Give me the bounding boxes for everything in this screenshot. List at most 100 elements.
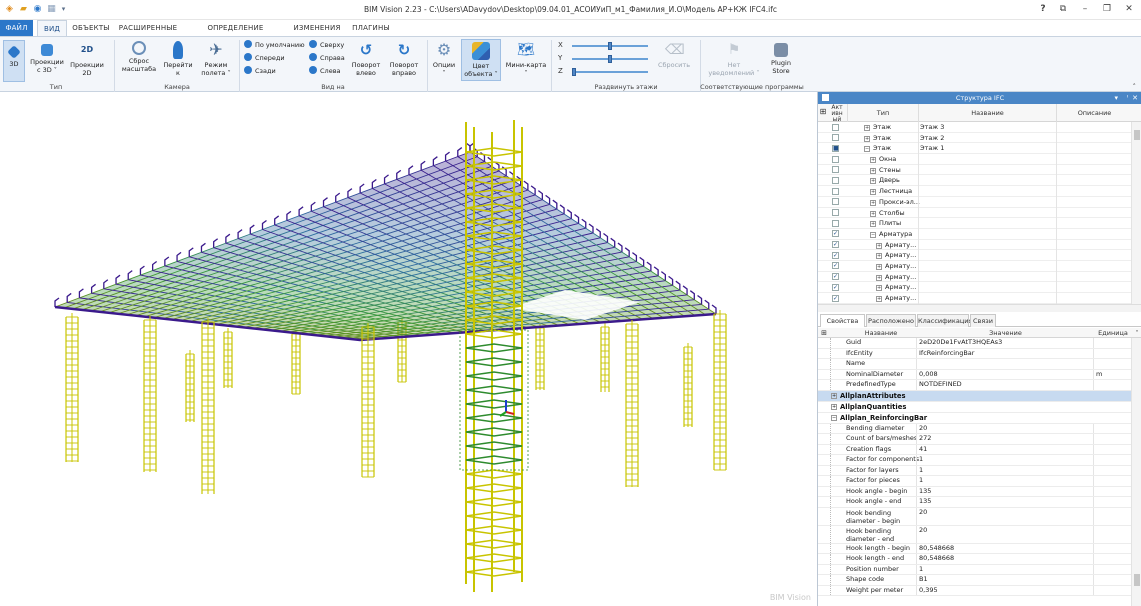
tree-row[interactable]: + Столбы: [818, 207, 1132, 219]
property-row[interactable]: Factor for components 1: [818, 455, 1132, 466]
property-row[interactable]: Hook angle - begin 135: [818, 486, 1132, 497]
property-value[interactable]: 80,548668: [919, 544, 954, 553]
prop-col-value[interactable]: Значение: [918, 329, 1093, 337]
property-row[interactable]: Count of bars/meshes 272: [818, 434, 1132, 445]
property-group[interactable]: + AllplanQuantities: [818, 402, 1132, 413]
tree-row-checkbox[interactable]: [832, 198, 839, 206]
expand-toggle-icon[interactable]: +: [870, 167, 876, 174]
tree-row[interactable]: ✓ + Армату...: [818, 239, 1132, 251]
tree-row[interactable]: + Лестница: [818, 186, 1132, 198]
y-slider-thumb[interactable]: [608, 55, 612, 63]
tree-row[interactable]: + Плиты: [818, 218, 1132, 230]
col-description[interactable]: Описание: [1057, 109, 1132, 117]
tree-row[interactable]: ✓ + Армату...: [818, 250, 1132, 262]
expand-toggle-icon[interactable]: +: [870, 221, 876, 228]
tab-plugins[interactable]: ПЛАГИНЫ: [350, 20, 392, 36]
property-value[interactable]: 41: [919, 445, 927, 454]
panel-menu-icon[interactable]: ▾: [1114, 92, 1118, 104]
tree-row[interactable]: + Этаж Этаж 3: [818, 122, 1132, 133]
property-row[interactable]: Hook length - end 80,548668: [818, 554, 1132, 565]
rotate-left-button[interactable]: ↺ Поворот влево: [349, 41, 383, 77]
property-value[interactable]: 20: [919, 508, 927, 517]
goto-button[interactable]: Перейти к: [162, 41, 194, 77]
z-slider-thumb[interactable]: [572, 68, 576, 76]
tab-view[interactable]: ВИД: [37, 20, 67, 36]
tree-row-checkbox[interactable]: [832, 166, 839, 174]
projections-3d-button[interactable]: Проекции с 3D ˅: [28, 41, 66, 74]
props-menu-icon[interactable]: ⊞: [818, 329, 830, 337]
tree-row-checkbox[interactable]: ✓: [832, 251, 839, 259]
z-slider[interactable]: [572, 68, 648, 76]
property-row[interactable]: Guid 2eD20De1FvAtT3HQEAs3: [818, 338, 1132, 349]
property-value[interactable]: 1: [919, 476, 923, 485]
property-group[interactable]: − Allplan_ReinforcingBar: [818, 413, 1132, 424]
tree-row-checkbox[interactable]: [832, 155, 839, 163]
property-group[interactable]: + AllplanAttributes: [818, 390, 1132, 402]
tree-row-checkbox[interactable]: ✓: [832, 230, 839, 238]
tab-classification[interactable]: Классификация: [917, 314, 972, 327]
expand-toggle-icon[interactable]: +: [876, 285, 882, 292]
property-row[interactable]: NominalDiameter 0,008 m: [818, 369, 1132, 380]
rotate-right-button[interactable]: ↻ Поворот вправо: [387, 41, 421, 77]
properties-list[interactable]: Guid 2eD20De1FvAtT3HQEAs3 IfcEntity IfcRein…: [818, 338, 1132, 606]
reset-zoom-button[interactable]: Сброс масштаба: [119, 41, 159, 73]
property-row[interactable]: Hook bending diameter - end 20: [818, 525, 1132, 544]
view-front-button[interactable]: Спереди: [244, 53, 285, 64]
property-value[interactable]: IfcReinforcingBar: [919, 349, 974, 358]
object-color-button[interactable]: Цвет объекта ˅: [461, 39, 501, 81]
property-value[interactable]: 135: [919, 487, 931, 496]
property-row[interactable]: Weight per meter 0,395: [818, 585, 1132, 596]
x-slider[interactable]: [572, 42, 648, 50]
expand-toggle-icon[interactable]: +: [876, 242, 882, 249]
props-scrollbar[interactable]: [1131, 338, 1141, 606]
tab-properties[interactable]: Свойства: [820, 314, 865, 327]
property-value[interactable]: B1: [919, 575, 928, 584]
tree-row[interactable]: ✓ + Армату...: [818, 293, 1132, 304]
property-value[interactable]: 2eD20De1FvAtT3HQEAs3: [919, 338, 1002, 347]
tree-row[interactable]: ✓ + Армату...: [818, 271, 1132, 283]
restore-ribbon-button[interactable]: ⧉: [1056, 3, 1070, 16]
property-row[interactable]: Factor for layers 1: [818, 465, 1132, 476]
property-row[interactable]: Position number 1: [818, 564, 1132, 575]
maximize-button[interactable]: ❐: [1100, 3, 1114, 16]
rebar-model-scene[interactable]: [0, 92, 817, 606]
tree-row[interactable]: + Этаж Этаж 2: [818, 132, 1132, 144]
tree-row-checkbox[interactable]: [832, 209, 839, 216]
tree-scrollbar[interactable]: [1131, 122, 1141, 304]
expand-toggle-icon[interactable]: +: [864, 125, 870, 131]
tree-menu-icon[interactable]: ⊞: [818, 108, 828, 116]
tab-location[interactable]: Расположено: [866, 314, 916, 327]
property-value[interactable]: 1: [919, 565, 923, 574]
tree-scroll-thumb[interactable]: [1134, 130, 1140, 140]
reset-explode-button[interactable]: ⌫ Сбросить: [656, 41, 692, 69]
property-value[interactable]: 20: [919, 424, 927, 433]
expand-toggle-icon[interactable]: +: [864, 135, 870, 142]
tree-row[interactable]: + Прокси-эл...: [818, 196, 1132, 208]
minimize-button[interactable]: –: [1078, 3, 1092, 16]
property-value[interactable]: 272: [919, 434, 931, 443]
expand-toggle-icon[interactable]: +: [870, 210, 876, 217]
close-button[interactable]: ✕: [1122, 3, 1136, 16]
tree-row[interactable]: ✓ + Армату...: [818, 282, 1132, 294]
tree-row-checkbox[interactable]: ✓: [832, 241, 839, 249]
collapse-ribbon-icon[interactable]: ˄: [1133, 83, 1137, 91]
tree-row[interactable]: ✓ + Армату...: [818, 260, 1132, 272]
prop-col-unit[interactable]: Единица: [1094, 329, 1132, 337]
col-active[interactable]: Акт ивн ый: [828, 105, 846, 123]
property-row[interactable]: Name: [818, 359, 1132, 370]
expand-toggle-icon[interactable]: +: [870, 199, 876, 206]
expand-toggle-icon[interactable]: +: [876, 296, 882, 302]
tree-row[interactable]: + Стены: [818, 164, 1132, 176]
group-toggle-icon[interactable]: −: [831, 415, 837, 421]
property-row[interactable]: PredefinedType NOTDEFINED: [818, 380, 1132, 391]
expand-toggle-icon[interactable]: +: [870, 157, 876, 164]
prop-col-name[interactable]: Название: [846, 329, 916, 337]
tree-row-checkbox[interactable]: [832, 123, 839, 131]
plugin-store-button[interactable]: Plugin Store: [765, 41, 797, 75]
tree-row-checkbox[interactable]: [832, 134, 839, 142]
tree-row-checkbox[interactable]: ✓: [832, 262, 839, 270]
help-button[interactable]: ?: [1036, 3, 1050, 16]
expand-toggle-icon[interactable]: −: [870, 231, 876, 238]
col-type[interactable]: Тип: [848, 109, 918, 117]
property-row[interactable]: Shape code B1: [818, 575, 1132, 586]
